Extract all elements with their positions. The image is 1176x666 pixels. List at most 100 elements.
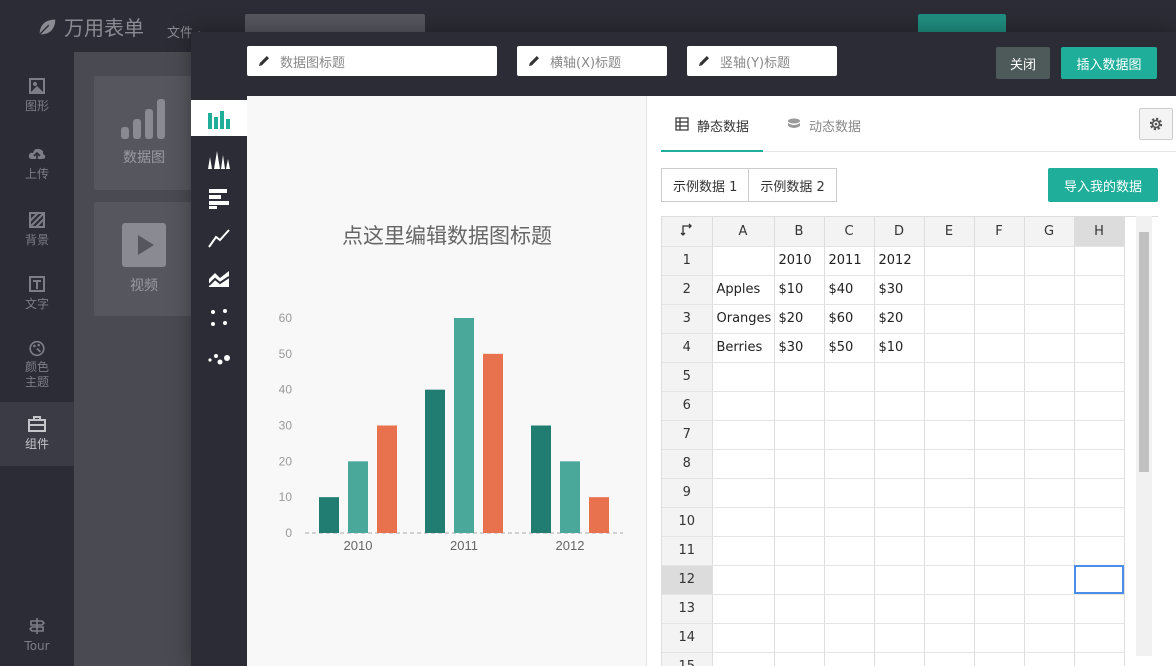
cell-B1[interactable]: 2010 <box>774 246 825 276</box>
cell-E8[interactable] <box>924 449 975 479</box>
cell-E13[interactable] <box>924 594 975 624</box>
column-header-E[interactable]: E <box>924 217 975 247</box>
cell-A8[interactable] <box>712 449 775 479</box>
cell-F2[interactable] <box>974 275 1025 305</box>
cell-A5[interactable] <box>712 362 775 392</box>
cell-B12[interactable] <box>774 565 825 595</box>
cell-F11[interactable] <box>974 536 1025 566</box>
cell-F7[interactable] <box>974 420 1025 450</box>
cell-E14[interactable] <box>924 623 975 653</box>
cell-E4[interactable] <box>924 333 975 363</box>
cell-G6[interactable] <box>1024 391 1075 421</box>
cell-E7[interactable] <box>924 420 975 450</box>
cell-C13[interactable] <box>824 594 875 624</box>
cell-C9[interactable] <box>824 478 875 508</box>
cell-E3[interactable] <box>924 304 975 334</box>
cell-D1[interactable]: 2012 <box>874 246 925 276</box>
cell-F8[interactable] <box>974 449 1025 479</box>
cell-F6[interactable] <box>974 391 1025 421</box>
sidebar-item-1[interactable]: 上传 <box>0 138 74 194</box>
cell-D13[interactable] <box>874 594 925 624</box>
cell-C5[interactable] <box>824 362 875 392</box>
settings-button[interactable] <box>1139 108 1173 140</box>
cell-A9[interactable] <box>712 478 775 508</box>
cell-D15[interactable] <box>874 652 925 666</box>
cell-A3[interactable]: Oranges <box>712 304 775 334</box>
cell-F13[interactable] <box>974 594 1025 624</box>
cell-H13[interactable] <box>1074 594 1125 624</box>
cell-C2[interactable]: $40 <box>824 275 875 305</box>
row-header[interactable]: 7 <box>662 420 713 450</box>
tab-static-data[interactable]: 静态数据 <box>661 116 764 152</box>
sidebar-item-0[interactable]: 图形 <box>0 70 74 126</box>
sidebar-item-2[interactable]: 背景 <box>0 204 74 260</box>
cell-C8[interactable] <box>824 449 875 479</box>
close-button[interactable]: 关闭 <box>996 47 1050 79</box>
cell-C15[interactable] <box>824 652 875 666</box>
cell-D6[interactable] <box>874 391 925 421</box>
column-header-F[interactable]: F <box>974 217 1025 247</box>
cell-G11[interactable] <box>1024 536 1075 566</box>
cell-E15[interactable] <box>924 652 975 666</box>
row-header[interactable]: 15 <box>662 652 713 666</box>
row-header[interactable]: 1 <box>662 246 713 276</box>
column-header-C[interactable]: C <box>824 217 875 247</box>
column-header-G[interactable]: G <box>1024 217 1075 247</box>
cell-A14[interactable] <box>712 623 775 653</box>
cell-D7[interactable] <box>874 420 925 450</box>
cell-G1[interactable] <box>1024 246 1075 276</box>
cell-H6[interactable] <box>1074 391 1125 421</box>
cell-E1[interactable] <box>924 246 975 276</box>
cell-C4[interactable]: $50 <box>824 333 875 363</box>
cell-C1[interactable]: 2011 <box>824 246 875 276</box>
cell-D2[interactable]: $30 <box>874 275 925 305</box>
scroll-thumb[interactable] <box>1139 232 1149 472</box>
cell-G9[interactable] <box>1024 478 1075 508</box>
transpose-icon[interactable] <box>662 217 713 247</box>
row-header[interactable]: 9 <box>662 478 713 508</box>
cell-C10[interactable] <box>824 507 875 537</box>
cell-B15[interactable] <box>774 652 825 666</box>
insert-chart-button[interactable]: 插入数据图 <box>1061 47 1157 79</box>
cell-D12[interactable] <box>874 565 925 595</box>
cell-A4[interactable]: Berries <box>712 333 775 363</box>
x-axis-title-input[interactable]: 横轴(X)标题 <box>517 46 667 76</box>
cell-D4[interactable]: $10 <box>874 333 925 363</box>
cell-G10[interactable] <box>1024 507 1075 537</box>
chart-type-bubble[interactable] <box>191 340 247 376</box>
cell-F4[interactable] <box>974 333 1025 363</box>
cell-F9[interactable] <box>974 478 1025 508</box>
row-header[interactable]: 14 <box>662 623 713 653</box>
cell-H8[interactable] <box>1074 449 1125 479</box>
column-header-H[interactable]: H <box>1074 217 1125 247</box>
cell-G15[interactable] <box>1024 652 1075 666</box>
cell-G12[interactable] <box>1024 565 1075 595</box>
cell-D11[interactable] <box>874 536 925 566</box>
column-header-B[interactable]: B <box>774 217 825 247</box>
cell-B10[interactable] <box>774 507 825 537</box>
row-header[interactable]: 8 <box>662 449 713 479</box>
cell-H7[interactable] <box>1074 420 1125 450</box>
cell-A6[interactable] <box>712 391 775 421</box>
cell-C12[interactable] <box>824 565 875 595</box>
cell-H1[interactable] <box>1074 246 1125 276</box>
cell-G4[interactable] <box>1024 333 1075 363</box>
cell-E10[interactable] <box>924 507 975 537</box>
cell-C3[interactable]: $60 <box>824 304 875 334</box>
cell-H4[interactable] <box>1074 333 1125 363</box>
cell-G8[interactable] <box>1024 449 1075 479</box>
cell-H12[interactable] <box>1074 565 1125 595</box>
cell-A10[interactable] <box>712 507 775 537</box>
row-header[interactable]: 4 <box>662 333 713 363</box>
cell-F1[interactable] <box>974 246 1025 276</box>
cell-H9[interactable] <box>1074 478 1125 508</box>
column-header-D[interactable]: D <box>874 217 925 247</box>
chart-type-bar[interactable] <box>191 100 247 136</box>
cell-A15[interactable] <box>712 652 775 666</box>
row-header[interactable]: 10 <box>662 507 713 537</box>
sample-data-1-button[interactable]: 示例数据 1 <box>661 168 750 202</box>
cell-H10[interactable] <box>1074 507 1125 537</box>
cell-F3[interactable] <box>974 304 1025 334</box>
cell-H14[interactable] <box>1074 623 1125 653</box>
tile-chart[interactable]: 数据图 <box>94 76 194 190</box>
